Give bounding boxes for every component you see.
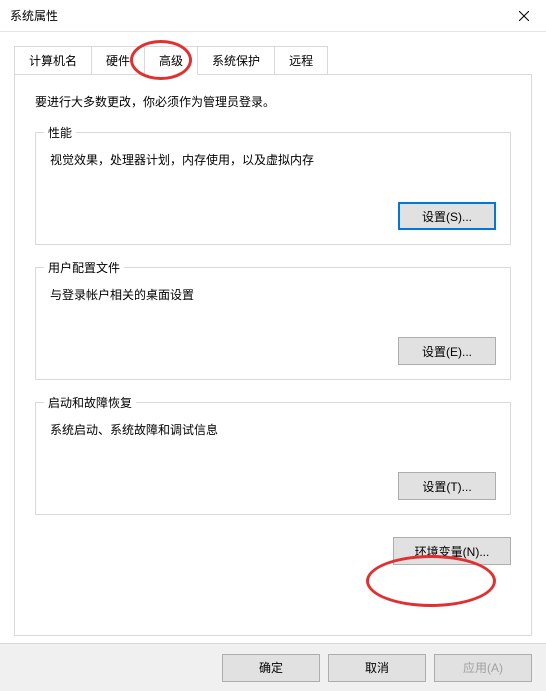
- titlebar: 系统属性: [0, 0, 546, 32]
- close-button[interactable]: [501, 0, 546, 32]
- tab-hardware[interactable]: 硬件: [91, 46, 145, 74]
- group-startup-title: 启动和故障恢复: [44, 394, 136, 411]
- dialog-button-bar: 确定 取消 应用(A): [0, 643, 546, 691]
- performance-settings-button[interactable]: 设置(S)...: [398, 202, 496, 230]
- group-performance-buttons: 设置(S)...: [50, 202, 496, 230]
- ok-button[interactable]: 确定: [222, 654, 320, 682]
- profiles-settings-button[interactable]: 设置(E)...: [398, 337, 496, 365]
- dialog-body: 计算机名 硬件 高级 系统保护 远程 要进行大多数更改，你必须作为管理员登录。 …: [0, 32, 546, 636]
- group-performance-title: 性能: [44, 124, 76, 141]
- group-performance-desc: 视觉效果，处理器计划，内存使用，以及虚拟内存: [50, 151, 496, 168]
- apply-button[interactable]: 应用(A): [434, 654, 532, 682]
- advanced-panel: 要进行大多数更改，你必须作为管理员登录。 性能 视觉效果，处理器计划，内存使用，…: [14, 74, 532, 636]
- tab-computer-name[interactable]: 计算机名: [14, 46, 92, 74]
- tab-advanced[interactable]: 高级: [144, 46, 198, 75]
- startup-settings-button[interactable]: 设置(T)...: [398, 472, 496, 500]
- group-profiles-buttons: 设置(E)...: [50, 337, 496, 365]
- intro-text: 要进行大多数更改，你必须作为管理员登录。: [35, 93, 511, 110]
- group-profiles-desc: 与登录帐户相关的桌面设置: [50, 286, 496, 303]
- group-profiles-title: 用户配置文件: [44, 259, 124, 276]
- group-performance: 性能 视觉效果，处理器计划，内存使用，以及虚拟内存 设置(S)...: [35, 132, 511, 245]
- group-startup: 启动和故障恢复 系统启动、系统故障和调试信息 设置(T)...: [35, 402, 511, 515]
- group-profiles: 用户配置文件 与登录帐户相关的桌面设置 设置(E)...: [35, 267, 511, 380]
- tab-remote[interactable]: 远程: [274, 46, 328, 74]
- close-icon: [519, 11, 529, 21]
- environment-variables-button[interactable]: 环境变量(N)...: [393, 537, 511, 565]
- window-title: 系统属性: [10, 7, 58, 24]
- cancel-button[interactable]: 取消: [328, 654, 426, 682]
- group-startup-desc: 系统启动、系统故障和调试信息: [50, 421, 496, 438]
- env-vars-row: 环境变量(N)...: [35, 537, 511, 565]
- group-startup-buttons: 设置(T)...: [50, 472, 496, 500]
- tab-system-protection[interactable]: 系统保护: [197, 46, 275, 74]
- tab-strip: 计算机名 硬件 高级 系统保护 远程: [14, 46, 532, 74]
